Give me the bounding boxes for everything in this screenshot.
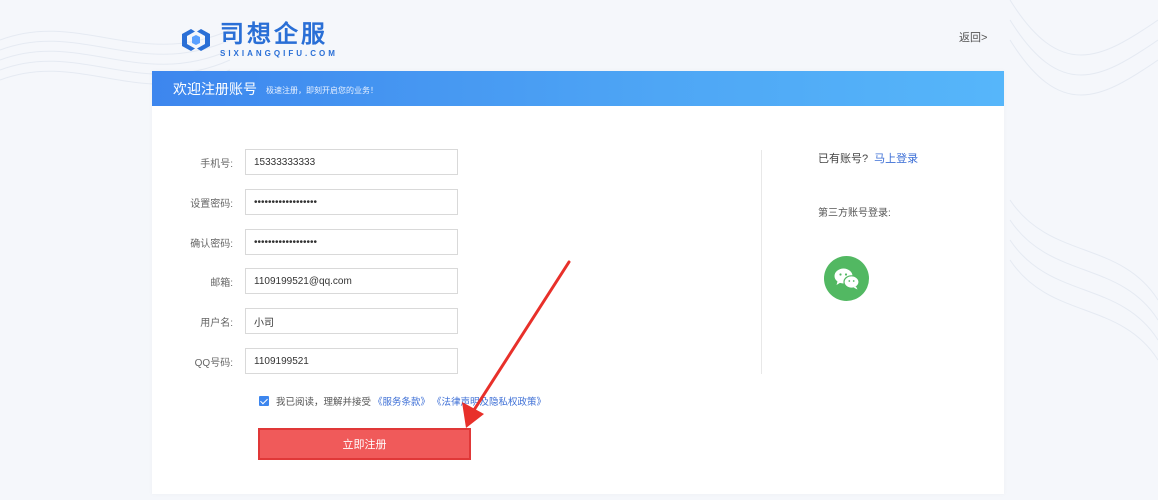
logo-text: 司想企服 SIXIANGQIFU.COM [220,20,338,58]
card-subtitle: 极速注册，即刻开启您的业务！ [266,85,378,95]
third-party-label: 第三方账号登录: [818,208,891,219]
card-title: 欢迎注册账号 [173,80,257,97]
privacy-link[interactable]: 《法律声明及隐私权政策》 [432,394,546,408]
form-row-username: 用户名: [152,308,458,334]
email-label: 邮箱: [210,277,233,289]
form-row-qq: QQ号码: [152,348,458,374]
logo-mark-icon [182,29,210,51]
username-input[interactable] [245,308,458,334]
wechat-icon [834,268,860,289]
confirm-password-label: 确认密码: [190,238,233,250]
email-input[interactable] [245,268,458,294]
login-link[interactable]: 马上登录 [874,153,918,165]
phone-label: 手机号: [200,158,233,170]
form-row-confirm-password: 确认密码: [152,229,458,255]
form-row-email: 邮箱: [152,268,458,294]
back-link[interactable]: 返回> [959,29,987,45]
form-row-phone: 手机号: [152,149,458,175]
agreement-text: 我已阅读，理解并接受 [276,397,372,408]
card-header: 欢迎注册账号 极速注册，即刻开启您的业务！ [152,71,1004,106]
logo-name: 司想企服 [220,20,328,48]
agreement-row: 我已阅读，理解并接受 《服务条款》 《法律声明及隐私权政策》 [259,394,546,408]
wechat-login-button[interactable] [824,256,869,301]
phone-input[interactable] [245,149,458,175]
qq-label: QQ号码: [194,357,233,369]
has-account-text: 已有账号? [818,153,869,165]
login-prompt: 已有账号? 马上登录 [818,150,918,166]
password-label: 设置密码: [190,198,233,210]
qq-input[interactable] [245,348,458,374]
confirm-password-input[interactable] [245,229,458,255]
password-input[interactable] [245,189,458,215]
logo[interactable]: 司想企服 SIXIANGQIFU.COM [178,22,338,58]
checkbox-checked-icon[interactable] [259,396,269,406]
register-card: 欢迎注册账号 极速注册，即刻开启您的业务！ 手机号: 设置密码: 确认密码: 邮… [152,71,1004,494]
form-row-password: 设置密码: [152,189,458,215]
username-label: 用户名: [200,317,233,329]
logo-domain: SIXIANGQIFU.COM [220,48,338,58]
terms-link[interactable]: 《服务条款》 [373,394,430,408]
vertical-divider [761,150,762,374]
register-button[interactable]: 立即注册 [258,428,471,460]
